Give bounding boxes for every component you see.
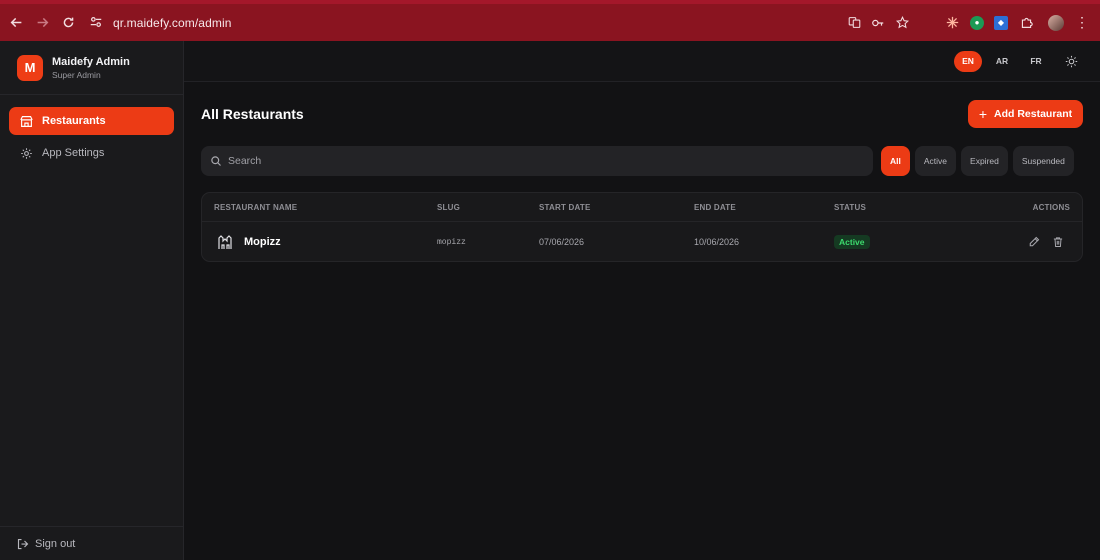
filter-active-button[interactable]: Active bbox=[914, 146, 957, 176]
add-restaurant-label: Add Restaurant bbox=[994, 108, 1073, 120]
bookmark-star-icon[interactable] bbox=[894, 15, 910, 31]
status-badge: Active bbox=[834, 235, 870, 249]
restaurant-storefront-icon bbox=[217, 234, 233, 250]
restaurant-slug: mopizz bbox=[437, 237, 466, 247]
search-icon bbox=[210, 155, 222, 167]
url-text[interactable]: qr.maidefy.com/admin bbox=[113, 16, 232, 30]
extensions-puzzle-icon[interactable] bbox=[1018, 15, 1034, 31]
column-header-end-date: END DATE bbox=[694, 202, 736, 212]
sidebar-nav: Restaurants App Settings bbox=[0, 95, 183, 183]
store-icon bbox=[20, 115, 33, 128]
site-settings-icon[interactable] bbox=[89, 15, 105, 31]
back-icon[interactable] bbox=[3, 10, 29, 36]
main-content: All Restaurants + Add Restaurant All Act… bbox=[184, 82, 1100, 560]
sidebar-item-label: App Settings bbox=[42, 147, 105, 159]
search-box[interactable] bbox=[201, 146, 873, 176]
delete-trash-icon[interactable] bbox=[1052, 236, 1064, 248]
language-fr-button[interactable]: FR bbox=[1022, 51, 1050, 72]
restaurant-name-cell: Mopizz bbox=[217, 234, 281, 250]
page-title: All Restaurants bbox=[201, 106, 304, 122]
plus-icon: + bbox=[978, 106, 987, 122]
column-header-slug: SLUG bbox=[437, 202, 461, 212]
extension-burst-icon[interactable] bbox=[944, 15, 960, 31]
restaurant-name: Mopizz bbox=[244, 236, 281, 248]
sidebar: M Maidefy Admin Super Admin Restaurants … bbox=[0, 41, 184, 560]
brand-logo: M bbox=[17, 54, 43, 81]
brand-title: Maidefy Admin bbox=[52, 55, 130, 68]
restaurant-end-date: 10/06/2026 bbox=[694, 237, 740, 247]
sidebar-item-app-settings[interactable]: App Settings bbox=[9, 139, 174, 167]
browser-toolbar: qr.maidefy.com/admin ● ◆ ⋮ bbox=[0, 0, 1100, 41]
column-header-actions: ACTIONS bbox=[1032, 202, 1070, 212]
forward-icon[interactable] bbox=[29, 10, 55, 36]
restaurant-start-date: 07/06/2026 bbox=[539, 237, 585, 247]
search-input[interactable] bbox=[228, 155, 828, 167]
language-en-button[interactable]: EN bbox=[954, 50, 982, 72]
signout-label: Sign out bbox=[35, 537, 76, 550]
extension-green-icon[interactable]: ● bbox=[970, 15, 984, 30]
filter-expired-button[interactable]: Expired bbox=[961, 146, 1008, 176]
address-bar[interactable]: qr.maidefy.com/admin bbox=[89, 9, 232, 37]
extension-blue-icon[interactable]: ◆ bbox=[994, 15, 1008, 30]
column-header-start-date: START DATE bbox=[539, 202, 591, 212]
top-bar: EN AR FR bbox=[184, 41, 1100, 82]
password-key-icon[interactable] bbox=[870, 15, 886, 31]
filter-suspended-button[interactable]: Suspended bbox=[1012, 146, 1074, 176]
edit-pencil-icon[interactable] bbox=[1028, 236, 1040, 248]
status-filters: All Active Expired Suspended bbox=[881, 146, 1074, 176]
restaurants-table: RESTAURANT NAME SLUG START DATE END DATE… bbox=[201, 192, 1083, 262]
column-header-name: RESTAURANT NAME bbox=[214, 202, 298, 212]
browser-menu-icon[interactable]: ⋮ bbox=[1074, 14, 1090, 31]
table-header: RESTAURANT NAME SLUG START DATE END DATE… bbox=[202, 193, 1082, 222]
translate-icon[interactable] bbox=[846, 15, 862, 31]
sidebar-item-restaurants[interactable]: Restaurants bbox=[9, 107, 174, 135]
language-ar-button[interactable]: AR bbox=[988, 51, 1016, 72]
signout-button[interactable]: Sign out bbox=[0, 526, 183, 560]
gear-icon bbox=[20, 147, 33, 160]
row-actions bbox=[1028, 236, 1064, 248]
reload-icon[interactable] bbox=[55, 10, 81, 36]
add-restaurant-button[interactable]: + Add Restaurant bbox=[968, 100, 1083, 128]
brand-header: M Maidefy Admin Super Admin bbox=[0, 41, 183, 95]
filter-all-button[interactable]: All bbox=[881, 146, 910, 176]
logout-icon bbox=[17, 538, 29, 550]
brand-subtitle: Super Admin bbox=[52, 69, 101, 80]
sidebar-item-label: Restaurants bbox=[42, 115, 106, 127]
column-header-status: STATUS bbox=[834, 202, 867, 212]
table-row[interactable]: Mopizz mopizz 07/06/2026 10/06/2026 Acti… bbox=[202, 222, 1082, 262]
theme-toggle-sun-icon[interactable] bbox=[1060, 50, 1082, 72]
profile-avatar[interactable] bbox=[1048, 14, 1064, 31]
